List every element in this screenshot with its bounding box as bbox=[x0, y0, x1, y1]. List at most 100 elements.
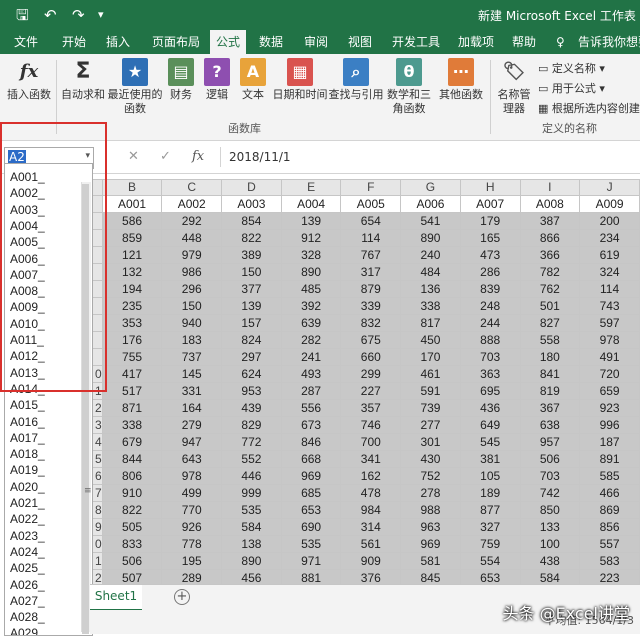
data-cell[interactable]: 339 bbox=[340, 297, 402, 315]
data-cell[interactable]: 850 bbox=[519, 501, 581, 519]
data-cell[interactable]: 910 bbox=[101, 484, 163, 502]
data-cell[interactable]: 448 bbox=[161, 229, 223, 247]
enter-icon[interactable]: ✓ bbox=[160, 149, 171, 164]
column-letter-f[interactable]: F bbox=[340, 179, 402, 196]
data-cell[interactable]: 986 bbox=[161, 263, 223, 281]
data-cell[interactable]: 703 bbox=[459, 348, 521, 366]
data-cell[interactable]: 278 bbox=[400, 484, 461, 502]
data-cell[interactable]: 363 bbox=[459, 365, 521, 383]
tab-page-layout[interactable]: 页面布局 bbox=[152, 30, 200, 54]
data-cell[interactable]: 170 bbox=[400, 348, 461, 366]
data-cell[interactable]: 846 bbox=[280, 433, 342, 451]
data-cell[interactable]: 827 bbox=[519, 314, 581, 332]
fx-button[interactable]: fx bbox=[192, 149, 204, 164]
formula-input[interactable]: 2018/11/1 bbox=[220, 147, 639, 167]
insert-function-button[interactable]: fx 插入函数 bbox=[6, 58, 52, 102]
data-cell[interactable]: 317 bbox=[340, 263, 402, 281]
data-cell[interactable]: 244 bbox=[459, 314, 521, 332]
column-letter-i[interactable]: I bbox=[519, 179, 581, 196]
data-cell[interactable]: 417 bbox=[101, 365, 163, 383]
logical-button[interactable]: ? 逻辑 bbox=[202, 58, 232, 102]
data-cell[interactable]: 819 bbox=[519, 382, 581, 400]
data-cell[interactable]: 277 bbox=[400, 416, 461, 434]
data-cell[interactable]: 436 bbox=[459, 399, 521, 417]
data-cell[interactable]: 133 bbox=[519, 518, 581, 536]
data-cell[interactable]: 296 bbox=[161, 280, 223, 298]
sheet-tab-sheet1[interactable]: Sheet1 bbox=[90, 585, 142, 611]
data-cell[interactable]: 649 bbox=[459, 416, 521, 434]
name-list-item[interactable]: A025_ bbox=[10, 561, 45, 575]
data-cell[interactable]: 695 bbox=[459, 382, 521, 400]
column-letter-g[interactable]: G bbox=[400, 179, 461, 196]
data-cell[interactable]: 653 bbox=[280, 501, 342, 519]
data-cell[interactable]: 737 bbox=[161, 348, 223, 366]
data-cell[interactable]: 839 bbox=[459, 280, 521, 298]
data-cell[interactable]: 822 bbox=[221, 229, 282, 247]
data-cell[interactable]: 770 bbox=[161, 501, 223, 519]
name-list-item[interactable]: A020_ bbox=[10, 480, 45, 494]
more-functions-button[interactable]: ⋯ 其他函数 bbox=[436, 58, 486, 102]
name-list-item[interactable]: A018_ bbox=[10, 447, 45, 461]
data-cell[interactable]: 338 bbox=[101, 416, 163, 434]
name-list-item[interactable]: A027_ bbox=[10, 594, 45, 608]
lightbulb-icon[interactable]: ♀ bbox=[556, 30, 565, 54]
tab-insert[interactable]: 插入 bbox=[106, 30, 130, 54]
data-cell[interactable]: 114 bbox=[340, 229, 402, 247]
data-cell[interactable]: 227 bbox=[340, 382, 402, 400]
header-cell[interactable]: A004 bbox=[280, 195, 342, 213]
data-cell[interactable]: 866 bbox=[519, 229, 581, 247]
data-cell[interactable]: 890 bbox=[280, 263, 342, 281]
data-cell[interactable]: 517 bbox=[101, 382, 163, 400]
data-cell[interactable]: 556 bbox=[280, 399, 342, 417]
data-cell[interactable]: 879 bbox=[340, 280, 402, 298]
data-cell[interactable]: 341 bbox=[340, 450, 402, 468]
data-cell[interactable]: 241 bbox=[280, 348, 342, 366]
data-cell[interactable]: 114 bbox=[579, 280, 640, 298]
data-cell[interactable]: 194 bbox=[101, 280, 163, 298]
data-cell[interactable]: 969 bbox=[400, 535, 461, 553]
cancel-icon[interactable]: ✕ bbox=[128, 149, 139, 164]
tab-file[interactable]: 文件 bbox=[14, 30, 38, 54]
data-cell[interactable]: 558 bbox=[519, 331, 581, 349]
data-cell[interactable]: 856 bbox=[579, 518, 640, 536]
data-cell[interactable]: 752 bbox=[400, 467, 461, 485]
data-cell[interactable]: 984 bbox=[340, 501, 402, 519]
lookup-reference-button[interactable]: ⌕ 查找与引用 bbox=[328, 58, 384, 102]
undo-icon[interactable]: ↶ bbox=[44, 5, 57, 25]
data-cell[interactable]: 585 bbox=[579, 467, 640, 485]
data-cell[interactable]: 742 bbox=[519, 484, 581, 502]
data-cell[interactable]: 499 bbox=[161, 484, 223, 502]
data-cell[interactable]: 507 bbox=[101, 569, 163, 584]
data-cell[interactable]: 493 bbox=[280, 365, 342, 383]
header-cell[interactable]: A005 bbox=[340, 195, 402, 213]
tell-me-search[interactable]: 告诉我你想要 bbox=[578, 30, 640, 54]
data-cell[interactable]: 200 bbox=[579, 212, 640, 230]
text-button[interactable]: A 文本 bbox=[238, 58, 268, 102]
data-cell[interactable]: 817 bbox=[400, 314, 461, 332]
data-cell[interactable]: 506 bbox=[101, 552, 163, 570]
data-cell[interactable]: 189 bbox=[459, 484, 521, 502]
data-cell[interactable]: 584 bbox=[221, 518, 282, 536]
data-cell[interactable]: 845 bbox=[400, 569, 461, 584]
add-sheet-icon[interactable]: + bbox=[174, 589, 190, 605]
data-cell[interactable]: 969 bbox=[280, 467, 342, 485]
data-cell[interactable]: 282 bbox=[280, 331, 342, 349]
data-cell[interactable]: 552 bbox=[221, 450, 282, 468]
data-cell[interactable]: 223 bbox=[579, 569, 640, 584]
data-cell[interactable]: 746 bbox=[340, 416, 402, 434]
autosum-button[interactable]: Σ 自动求和 bbox=[60, 58, 106, 102]
data-cell[interactable]: 679 bbox=[101, 433, 163, 451]
data-cell[interactable]: 136 bbox=[400, 280, 461, 298]
data-cell[interactable]: 772 bbox=[221, 433, 282, 451]
data-cell[interactable]: 978 bbox=[579, 331, 640, 349]
data-cell[interactable]: 331 bbox=[161, 382, 223, 400]
data-cell[interactable]: 762 bbox=[519, 280, 581, 298]
data-cell[interactable]: 700 bbox=[340, 433, 402, 451]
name-list-item[interactable]: A026_ bbox=[10, 578, 45, 592]
data-cell[interactable]: 685 bbox=[280, 484, 342, 502]
data-cell[interactable]: 996 bbox=[579, 416, 640, 434]
data-cell[interactable]: 485 bbox=[280, 280, 342, 298]
data-cell[interactable]: 292 bbox=[161, 212, 223, 230]
tab-home[interactable]: 开始 bbox=[62, 30, 86, 54]
data-cell[interactable]: 367 bbox=[519, 399, 581, 417]
